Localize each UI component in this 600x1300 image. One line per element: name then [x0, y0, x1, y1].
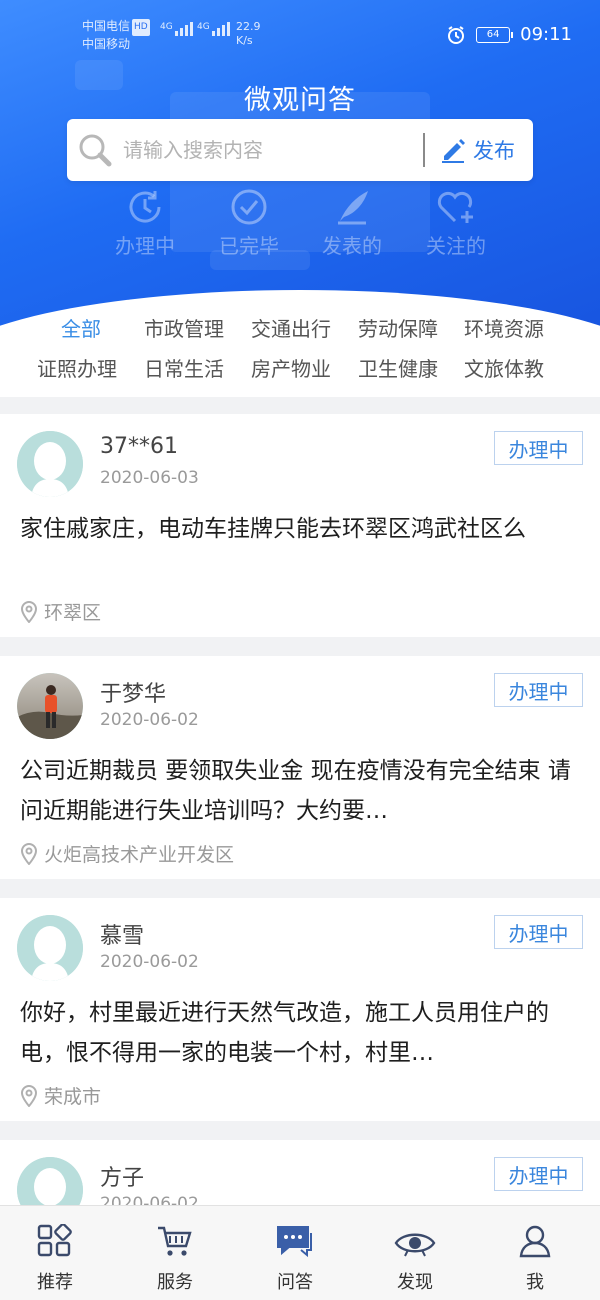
category-labor[interactable]: 劳动保障: [358, 313, 438, 342]
quick-actions: 办理中 已完毕 发表的 关注的: [0, 184, 600, 268]
post-date: 2020-06-02: [100, 952, 199, 972]
tab-service[interactable]: 服务: [115, 1206, 235, 1300]
status-bar: 中国电信 HD 中国移动 4G 4G 22.9 K/s 64 09:11: [0, 0, 600, 62]
post-card[interactable]: 慕雪 2020-06-02 办理中 你好，村里最近进行天然气改造，施工人员用住户…: [0, 898, 600, 1121]
processing-icon: [90, 184, 200, 230]
category-culture[interactable]: 文旅体教: [464, 353, 544, 382]
location-pin-icon: [20, 600, 38, 623]
category-daily-life[interactable]: 日常生活: [144, 353, 224, 382]
post-date: 2020-06-03: [100, 468, 199, 488]
default-avatar: [17, 1157, 83, 1205]
tab-discover[interactable]: 发现: [355, 1206, 475, 1300]
chat-icon: [235, 1206, 355, 1262]
category-all[interactable]: 全部: [61, 313, 101, 342]
category-license[interactable]: 证照办理: [37, 353, 117, 382]
post-date: 2020-06-02: [100, 710, 199, 730]
post-card[interactable]: 方子 2020-06-02 办理中: [0, 1140, 600, 1205]
category-filter: 全部 市政管理 交通出行 劳动保障 环境资源 证照办理 日常生活 房产物业 卫生…: [0, 305, 600, 397]
category-municipal[interactable]: 市政管理: [144, 313, 224, 342]
eye-icon: [355, 1206, 475, 1262]
carrier-1: 中国电信: [82, 19, 131, 33]
post-card[interactable]: 37**61 2020-06-03 办理中 家住戚家庄，电动车挂牌只能去环翠区鸿…: [0, 414, 600, 637]
post-location: 环翠区: [20, 598, 101, 625]
bottom-tab-bar: 推荐 服务 问答 发现 我: [0, 1205, 600, 1300]
quick-action-completed[interactable]: 已完毕: [194, 184, 304, 259]
photo-avatar: [17, 673, 83, 739]
publish-button[interactable]: 发布: [439, 135, 533, 165]
quick-action-processing[interactable]: 办理中: [90, 184, 200, 259]
status-badge: 办理中: [494, 1157, 583, 1191]
post-question: 家住戚家庄，电动车挂牌只能去环翠区鸿武社区么: [20, 516, 526, 542]
post-question: 公司近期裁员 要领取失业金 现在疫情没有完全结束 请问近期能进行失业培训吗？大约…: [20, 758, 571, 824]
post-username: 37**61: [100, 434, 178, 459]
status-badge: 办理中: [494, 431, 583, 465]
quick-action-published[interactable]: 发表的: [297, 184, 407, 259]
grid-icon: [0, 1206, 115, 1262]
default-avatar: [17, 915, 83, 981]
signal-2-icon: 4G: [197, 22, 230, 36]
hd-badge: HD: [132, 19, 150, 36]
category-environment[interactable]: 环境资源: [464, 313, 544, 342]
header-banner: 中国电信 HD 中国移动 4G 4G 22.9 K/s 64 09:11 微观问答: [0, 0, 600, 330]
check-circle-icon: [194, 184, 304, 230]
page-title: 微观问答: [244, 85, 356, 116]
post-date: 2020-06-02: [100, 1194, 199, 1205]
post-question: 你好，村里最近进行天然气改造，施工人员用住户的电，恨不得用一家的电装一个村，村里…: [20, 1000, 549, 1066]
alarm-icon: [448, 25, 465, 44]
tab-me[interactable]: 我: [475, 1206, 595, 1300]
category-property[interactable]: 房产物业: [251, 353, 331, 382]
search-icon: [67, 131, 123, 169]
category-health[interactable]: 卫生健康: [358, 353, 438, 382]
quill-icon: [297, 184, 407, 230]
category-transport[interactable]: 交通出行: [251, 313, 331, 342]
default-avatar: [17, 431, 83, 497]
user-icon: [475, 1206, 595, 1262]
post-location: 火炬高技术产业开发区: [20, 840, 234, 867]
tab-recommend[interactable]: 推荐: [0, 1206, 115, 1300]
signal-1-icon: 4G: [160, 22, 193, 36]
clock: 09:11: [520, 24, 572, 45]
post-location: 荣成市: [20, 1082, 101, 1109]
location-pin-icon: [20, 1084, 38, 1107]
carrier-2: 中国移动: [82, 37, 131, 51]
heart-plus-icon: [401, 184, 511, 230]
status-badge: 办理中: [494, 915, 583, 949]
post-username: 慕雪: [100, 924, 145, 949]
search-input[interactable]: [123, 138, 419, 162]
post-username: 于梦华: [100, 682, 167, 707]
location-pin-icon: [20, 842, 38, 865]
search-divider: [423, 133, 425, 167]
cart-icon: [115, 1206, 235, 1262]
quick-action-followed[interactable]: 关注的: [401, 184, 511, 259]
search-bar: 发布: [67, 119, 533, 181]
status-badge: 办理中: [494, 673, 583, 707]
post-card[interactable]: 于梦华 2020-06-02 办理中 公司近期裁员 要领取失业金 现在疫情没有完…: [0, 656, 600, 879]
battery-indicator: 64: [476, 26, 514, 43]
tab-qa[interactable]: 问答: [235, 1206, 355, 1300]
post-username: 方子: [100, 1166, 145, 1191]
network-speed: 22.9 K/s: [236, 20, 261, 47]
edit-icon: [442, 139, 465, 163]
